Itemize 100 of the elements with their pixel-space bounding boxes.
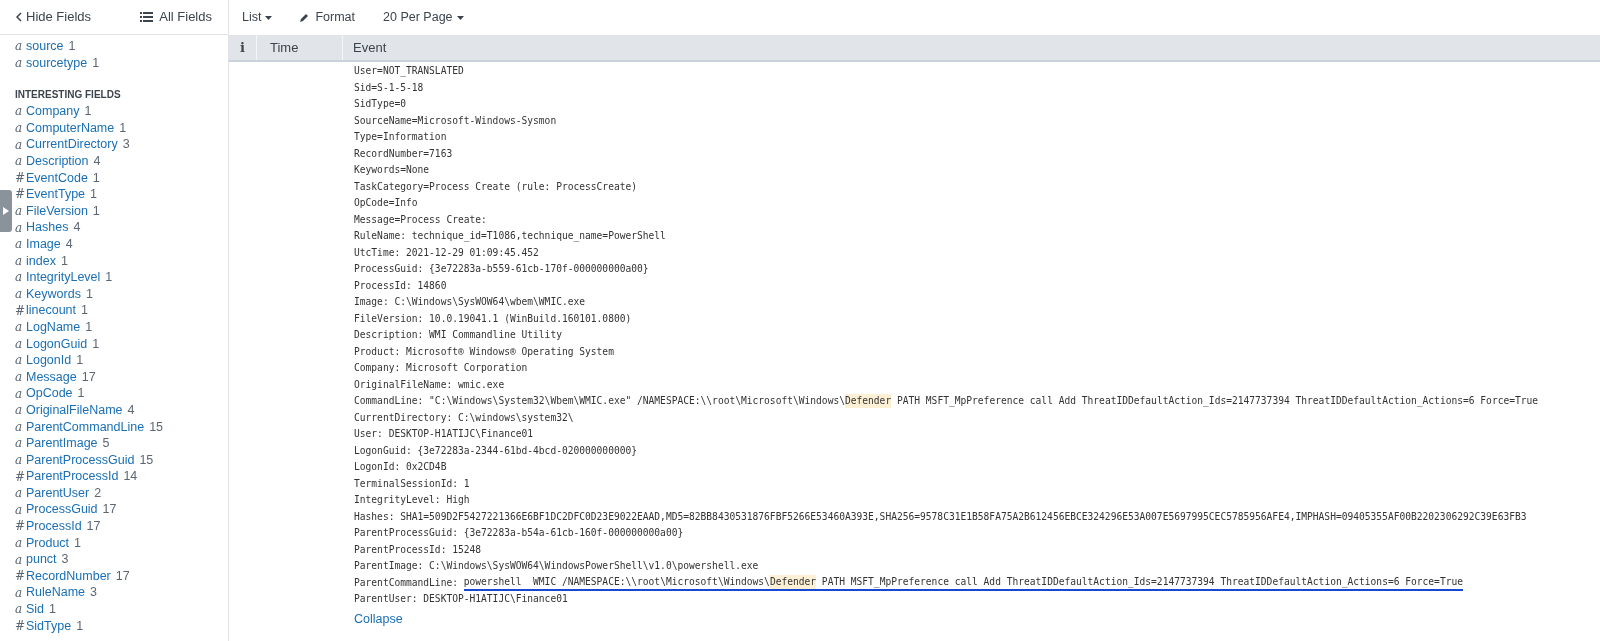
field-link[interactable]: OriginalFileName <box>26 403 123 417</box>
column-header[interactable]: Time <box>257 35 343 60</box>
event-line: User=NOT_TRANSLATED <box>354 64 465 79</box>
field-link[interactable]: linecount <box>26 304 77 317</box>
field-type-icon: a <box>15 404 26 417</box>
field-count: 4 <box>127 403 135 417</box>
event-line: OriginalFileName: wmic.exe <box>354 377 506 392</box>
field-link[interactable]: Sid <box>26 603 45 616</box>
field-type-icon: a <box>15 337 26 350</box>
field-count: 1 <box>74 536 82 550</box>
field-link[interactable]: EventType <box>26 188 86 201</box>
event-line: Hashes: SHA1=509D2F5427221366E6BF1DC2DFC0D23E9022EAAD,MD5=82BB8430531876FBF5266E53460A393E,SHA256=9578C31E1B58FA75A2B612456EBCE324296E53A007E5697995CEC5785956AFE4,IMPHASH=09405355AF00B2202306292C39E63FB3 <box>354 509 1528 524</box>
field-count: 17 <box>81 370 96 384</box>
event-line: Sid=S-1-5-18 <box>354 80 425 95</box>
section-heading: INTERESTING FIELDS <box>15 88 122 101</box>
field-link[interactable]: Keywords <box>26 287 81 301</box>
field-link[interactable]: ParentProcessGuid <box>26 453 135 467</box>
per-page-dropdown[interactable]: 20 Per Page <box>383 8 464 27</box>
field-link[interactable]: ComputerName <box>26 121 115 135</box>
field-link[interactable]: ProcessGuid <box>26 503 98 516</box>
field-count: 1 <box>84 105 92 118</box>
format-button[interactable]: Format <box>300 8 356 27</box>
event-line: IntegrityLevel: High <box>354 493 471 508</box>
field-link[interactable]: IntegrityLevel <box>26 271 101 284</box>
field-link[interactable]: ParentProcessId <box>26 470 119 483</box>
field-type-icon: a <box>15 586 26 599</box>
field-type-icon: # <box>15 470 26 483</box>
field-count: 1 <box>68 40 76 53</box>
field-count: 1 <box>76 354 84 367</box>
field-count: 15 <box>149 420 164 433</box>
field-type-icon: a <box>15 437 26 450</box>
event-line: LogonGuid: {3e72283a-2344-61bd-4bcd-020000000000} <box>354 443 639 458</box>
field-link[interactable]: punct <box>26 553 57 566</box>
field-count: 4 <box>65 238 73 251</box>
field-link[interactable]: Image <box>26 238 61 251</box>
event-line: ProcessGuid: {3e72283a-b559-61cb-170f-000000000a00} <box>354 262 650 277</box>
field-link[interactable]: RecordNumber <box>26 569 111 583</box>
field-count: 3 <box>122 138 130 151</box>
event-line: ParentImage: C:\Windows\SysWOW64\WindowsPowerShell\v1.0\powershell.exe <box>354 559 760 574</box>
field-count: 4 <box>93 155 101 168</box>
field-count: 1 <box>92 56 100 70</box>
hide-fields-button[interactable]: Hide Fields <box>16 7 92 27</box>
field-link[interactable]: OpCode <box>26 387 73 400</box>
field-count: 1 <box>77 387 85 400</box>
field-link[interactable]: LogName <box>26 320 81 334</box>
event-line: ProcessId: 14860 <box>354 278 448 293</box>
field-link[interactable]: CurrentDirectory <box>26 138 118 151</box>
field-type-icon: a <box>15 387 26 400</box>
field-type-icon: a <box>15 254 26 267</box>
field-type-icon: a <box>15 487 26 500</box>
field-type-icon: a <box>15 105 26 118</box>
field-link[interactable]: index <box>26 254 56 268</box>
event-line: Description: WMI Commandline Utility <box>354 328 563 343</box>
field-count: 5 <box>102 437 110 450</box>
field-link[interactable]: Company <box>26 105 80 118</box>
field-type-icon: # <box>15 619 26 632</box>
caret-icon <box>265 15 273 20</box>
field-link[interactable]: ParentUser <box>26 486 90 500</box>
field-link[interactable]: Message <box>26 370 77 384</box>
list-dropdown[interactable]: List <box>242 8 273 27</box>
field-type-icon: # <box>15 188 26 201</box>
event-line: User: DESKTOP-H1ATIJC\Finance01 <box>354 427 535 442</box>
column-header[interactable]: i <box>229 35 257 60</box>
field-link[interactable]: FileVersion <box>26 204 88 218</box>
field-count: 1 <box>92 171 100 185</box>
field-type-icon: a <box>15 420 26 433</box>
event-line: ParentProcessGuid: {3e72283a-b54a-61cb-160f-000000000a00} <box>354 526 685 541</box>
column-header[interactable]: Event <box>343 35 1600 60</box>
caret-icon <box>456 15 464 20</box>
field-type-icon: # <box>15 304 26 317</box>
event-line: ParentUser: DESKTOP-H1ATIJC\Finance01 <box>354 592 569 607</box>
field-link[interactable]: ParentCommandLine <box>26 420 145 433</box>
field-link[interactable]: LogonId <box>26 354 72 367</box>
field-link[interactable]: source <box>26 40 64 53</box>
field-link[interactable]: SidType <box>26 619 72 633</box>
pencil-icon <box>300 13 310 22</box>
field-link[interactable]: EventCode <box>26 171 88 185</box>
field-count: 1 <box>76 619 84 633</box>
field-link[interactable]: ParentImage <box>26 437 98 450</box>
field-type-icon: a <box>15 354 26 367</box>
field-count: 1 <box>119 121 127 135</box>
event-line: Keywords=None <box>354 163 431 178</box>
field-type-icon: a <box>15 205 26 218</box>
all-fields-button[interactable]: All Fields <box>140 7 212 27</box>
field-link[interactable]: Description <box>26 155 89 168</box>
collapse-handle[interactable] <box>0 190 12 232</box>
field-link[interactable]: LogonGuid <box>26 337 88 351</box>
field-link[interactable]: RuleName <box>26 586 86 599</box>
event-line: LogonId: 0x2CD4B <box>354 460 448 475</box>
field-link[interactable]: Hashes <box>26 221 69 234</box>
field-link[interactable]: Product <box>26 536 70 550</box>
field-type-icon: a <box>15 221 26 234</box>
field-type-icon: a <box>15 288 26 300</box>
field-link[interactable]: sourcetype <box>26 56 88 70</box>
collapse-link[interactable]: Collapse <box>354 609 403 629</box>
event-line: CommandLine: "C:\Windows\System32\Wbem\WMIC.exe" /NAMESPACE:\\root\Microsoft\Windows\Defender PATH MSFT_MpPreference call Add ThreatIDDefaultAction_Ids=2147737394 ThreatIDDefaultAction_Actions=6 Force=True <box>354 393 1539 410</box>
field-count: 1 <box>49 603 57 616</box>
field-count: 3 <box>61 553 69 566</box>
field-link[interactable]: ProcessId <box>26 520 82 533</box>
field-type-icon: # <box>15 570 26 583</box>
